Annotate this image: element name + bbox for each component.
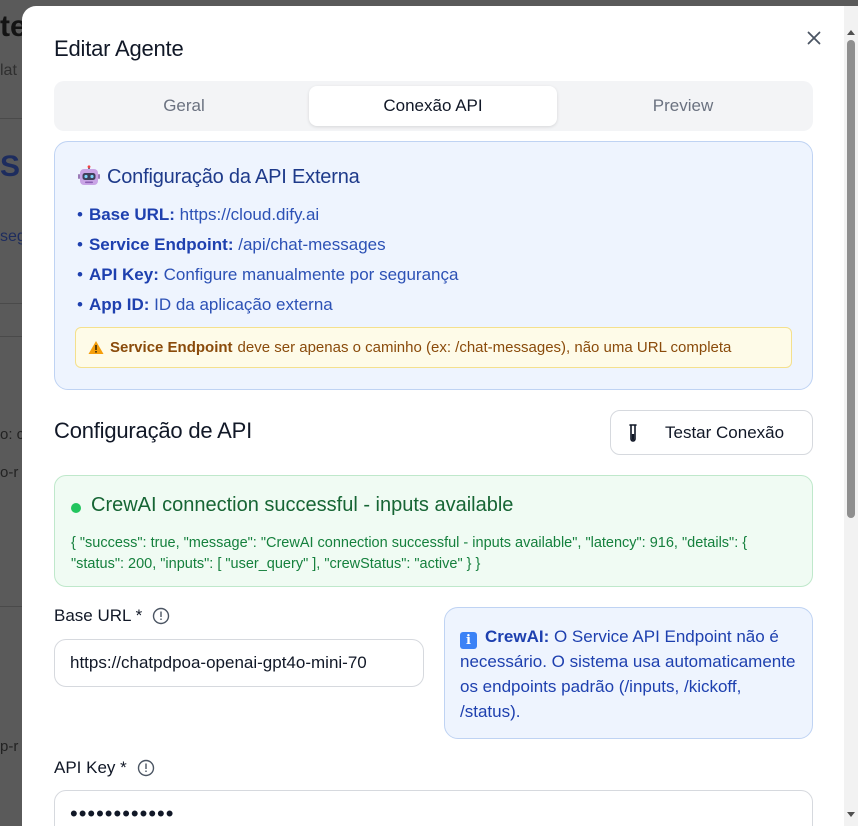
info-item-value: https://cloud.dify.ai [179,205,320,224]
warning-box: Service Endpoint deve ser apenas o camin… [75,327,792,368]
info-item-value: ID da aplicação externa [154,295,333,314]
background-divider [0,606,22,607]
background-link-fragment: seg [0,228,22,245]
close-icon [807,31,821,45]
background-text-fragment: o-r [0,464,19,481]
info-circle-icon[interactable] [152,607,170,625]
success-response-json: { "success": true, "message": "CrewAI co… [71,535,748,572]
info-item-app-id: • App ID: ID da aplicação externa [77,295,333,314]
info-icon: i [460,632,477,649]
crewai-note-box: i CrewAI: O Service API Endpoint não é ne… [444,607,813,739]
crewai-note-bold: CrewAI: [485,627,550,646]
connection-success-panel: CrewAI connection successful - inputs av… [54,475,813,587]
api-config-heading: Configuração de API [54,418,253,443]
warning-bold: Service Endpoint [110,339,233,356]
info-item-label: API Key: [88,265,159,284]
info-panel-heading: Configuração da API Externa [77,165,360,189]
tab-conexao-api[interactable]: Conexão API [309,86,557,126]
base-url-label-row: Base URL * [54,606,170,626]
api-key-input[interactable]: •••••••••••• [54,790,813,826]
external-api-info-panel: Configuração da API Externa • Base URL: h… [54,141,813,390]
api-key-label-row: API Key * [54,758,155,778]
background-heading-fragment: S [0,150,21,183]
success-title: CrewAI connection successful - inputs av… [91,494,514,516]
robot-icon [78,165,100,185]
background-divider [0,303,22,304]
modal-title: Editar Agente [54,36,184,61]
info-item-service-endpoint: • Service Endpoint: /api/chat-messages [77,235,386,254]
background-text-fragment: o: c [0,426,22,443]
background-title-fragment: te [0,10,22,43]
base-url-label: Base URL * [54,606,143,625]
info-item-value: Configure manualmente por segurança [163,265,459,284]
info-circle-icon[interactable] [137,759,155,777]
info-item-base-url: • Base URL: https://cloud.dify.ai [77,205,320,224]
scroll-down-arrow-icon[interactable] [847,812,855,817]
success-status-dot [71,503,81,513]
tab-geral[interactable]: Geral [60,86,308,126]
info-item-value: /api/chat-messages [238,235,386,254]
info-item-api-key: • API Key: Configure manualmente por segu… [77,265,459,284]
info-panel-title: Configuração da API Externa [107,165,360,188]
tab-preview[interactable]: Preview [559,86,807,126]
background-subtitle-fragment: lat [0,62,17,79]
info-item-label: App ID: [88,295,150,314]
warning-text: deve ser apenas o caminho (ex: /chat-mes… [237,339,732,356]
scrollbar-thumb[interactable] [847,40,855,518]
api-key-label: API Key * [54,758,127,777]
background-divider [0,118,22,119]
info-item-label: Service Endpoint: [88,235,234,254]
info-item-label: Base URL: [88,205,175,224]
test-connection-label: Testar Conexão [665,422,785,442]
scroll-up-arrow-icon[interactable] [847,30,855,35]
background-text-fragment: p-r [0,738,19,755]
warning-icon [88,341,104,354]
edit-agent-modal: Editar Agente Geral Conexão API Preview … [22,6,858,826]
test-connection-button[interactable]: Testar Conexão [610,410,813,455]
tab-bar: Geral Conexão API Preview [54,81,813,131]
base-url-input[interactable]: https://chatpdpoa-openai-gpt4o-mini-70 [54,639,424,687]
close-button[interactable] [804,28,824,48]
test-tube-icon [629,423,637,442]
background-divider [0,336,22,337]
scrollbar[interactable] [844,6,858,826]
